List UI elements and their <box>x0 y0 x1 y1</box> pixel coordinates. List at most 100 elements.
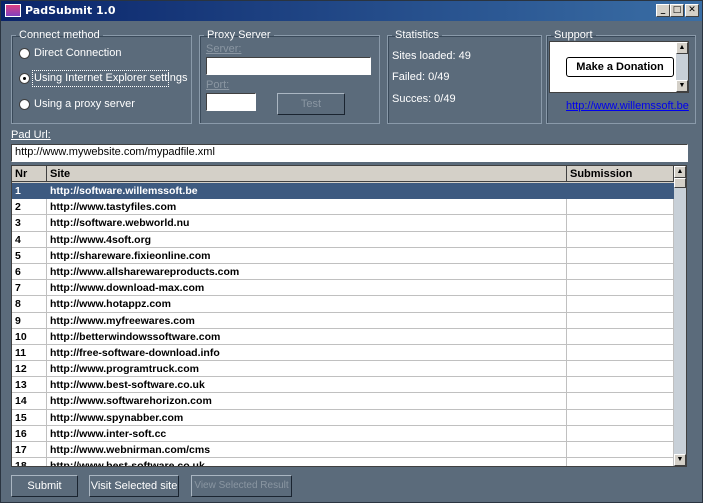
scroll-down-arrow-icon[interactable]: ▼ <box>676 80 688 92</box>
cell-site: http://www.best-software.co.uk <box>47 458 567 466</box>
cell-site: http://www.download-max.com <box>47 280 567 297</box>
cell-submission <box>567 199 674 216</box>
table-row[interactable]: 6 http://www.allsharewareproducts.com <box>12 263 674 281</box>
cell-nr: 11 <box>12 344 47 362</box>
server-label: Server: <box>206 43 242 55</box>
cell-site: http://betterwindowssoftware.com <box>47 328 567 345</box>
cell-submission <box>567 425 674 442</box>
cell-submission <box>567 377 674 394</box>
table-body: 1 http://software.willemssoft.be 2 http://w… <box>12 183 674 466</box>
radio-label-direct: Direct Connection <box>34 47 122 59</box>
view-selected-result-button[interactable]: View Selected Result <box>191 475 292 497</box>
server-input[interactable] <box>206 57 371 75</box>
cell-site: http://www.4soft.org <box>47 231 567 248</box>
table-row[interactable]: 2 http://www.tastyfiles.com <box>12 199 674 216</box>
table-row[interactable]: 7 http://www.download-max.com <box>12 280 674 297</box>
title-bar[interactable]: PadSubmit 1.0 _ □ ✕ <box>1 1 702 21</box>
table-row[interactable]: 16 http://www.inter-soft.cc <box>12 425 674 442</box>
sites-loaded-text: Sites loaded: 49 <box>392 50 471 62</box>
table-row[interactable]: 13 http://www.best-software.co.uk <box>12 377 674 394</box>
cell-nr: 13 <box>12 377 47 394</box>
visit-selected-site-button[interactable]: Visit Selected site <box>89 475 179 497</box>
focus-rectangle <box>32 70 169 87</box>
cell-submission <box>567 247 674 264</box>
table-row[interactable]: 18 http://www.best-software.co.uk <box>12 458 674 466</box>
willemssoft-link[interactable]: http://www.willemssoft.be <box>566 100 689 112</box>
column-header-site[interactable]: Site <box>47 166 567 182</box>
maximize-button[interactable]: □ <box>670 4 684 17</box>
table-row[interactable]: 3 http://software.webworld.nu <box>12 215 674 232</box>
cell-nr: 5 <box>12 247 47 264</box>
cell-site: http://www.webnirman.com/cms <box>47 442 567 459</box>
app-window: PadSubmit 1.0 _ □ ✕ Connect method Direc… <box>0 0 703 503</box>
table-row[interactable]: 8 http://www.hotappz.com <box>12 296 674 313</box>
radio-proxy-server[interactable] <box>19 99 30 110</box>
cell-site: http://shareware.fixieonline.com <box>47 247 567 264</box>
donation-panel: Make a Donation ▲ ▼ <box>549 41 689 93</box>
cell-site: http://www.spynabber.com <box>47 409 567 426</box>
cell-submission <box>567 442 674 459</box>
table-scroll-down-icon[interactable]: ▼ <box>674 454 686 466</box>
window-title: PadSubmit 1.0 <box>25 4 116 17</box>
column-header-nr[interactable]: Nr <box>12 166 47 182</box>
cell-nr: 4 <box>12 231 47 248</box>
cell-site: http://www.hotappz.com <box>47 296 567 313</box>
cell-nr: 2 <box>12 199 47 216</box>
cell-submission <box>567 280 674 297</box>
radio-ie-settings[interactable] <box>19 73 30 84</box>
cell-submission <box>567 344 674 362</box>
table-header: Nr Site Submission <box>12 166 674 183</box>
radio-label-proxy: Using a proxy server <box>34 98 135 110</box>
sites-table[interactable]: Nr Site Submission 1 http://software.will… <box>11 165 687 467</box>
port-input[interactable] <box>206 93 256 111</box>
make-donation-button[interactable]: Make a Donation <box>566 57 674 77</box>
table-scrollbar[interactable]: ▲ ▼ <box>674 166 686 466</box>
success-text: Succes: 0/49 <box>392 93 456 105</box>
submit-button[interactable]: Submit <box>11 475 78 497</box>
column-header-submission[interactable]: Submission <box>567 166 674 182</box>
radio-direct-connection[interactable] <box>19 48 30 59</box>
table-row[interactable]: 1 http://software.willemssoft.be <box>12 183 674 200</box>
connect-method-legend: Connect method <box>19 29 100 41</box>
cell-submission <box>567 361 674 378</box>
table-row[interactable]: 10 http://betterwindowssoftware.com <box>12 328 674 345</box>
cell-submission <box>567 263 674 281</box>
cell-nr: 7 <box>12 280 47 297</box>
table-row[interactable]: 9 http://www.myfreewares.com <box>12 312 674 329</box>
pad-url-label: Pad Url: <box>11 129 51 141</box>
cell-submission <box>567 183 674 200</box>
table-row[interactable]: 11 http://free-software-download.info <box>12 344 674 362</box>
table-row[interactable]: 15 http://www.spynabber.com <box>12 409 674 426</box>
cell-nr: 18 <box>12 458 47 466</box>
cell-submission <box>567 312 674 329</box>
cell-nr: 8 <box>12 296 47 313</box>
pad-url-input[interactable]: http://www.mywebsite.com/mypadfile.xml <box>11 144 688 162</box>
cell-site: http://www.inter-soft.cc <box>47 425 567 442</box>
table-row[interactable]: 4 http://www.4soft.org <box>12 231 674 248</box>
table-row[interactable]: 5 http://shareware.fixieonline.com <box>12 247 674 264</box>
cell-site: http://www.myfreewares.com <box>47 312 567 329</box>
test-button[interactable]: Test <box>277 93 345 115</box>
table-row[interactable]: 17 http://www.webnirman.com/cms <box>12 442 674 459</box>
cell-site: http://www.tastyfiles.com <box>47 199 567 216</box>
table-scroll-thumb[interactable] <box>674 178 686 188</box>
cell-nr: 15 <box>12 409 47 426</box>
close-button[interactable]: ✕ <box>685 4 699 17</box>
cell-site: http://software.webworld.nu <box>47 215 567 232</box>
table-scroll-up-icon[interactable]: ▲ <box>674 166 686 178</box>
minimize-button[interactable]: _ <box>656 4 670 17</box>
proxy-server-legend: Proxy Server <box>207 29 271 41</box>
cell-submission <box>567 458 674 466</box>
cell-submission <box>567 328 674 345</box>
cell-nr: 10 <box>12 328 47 345</box>
cell-nr: 3 <box>12 215 47 232</box>
cell-submission <box>567 231 674 248</box>
scroll-up-arrow-icon[interactable]: ▲ <box>676 42 688 54</box>
donation-scrollbar[interactable]: ▲ ▼ <box>676 42 688 92</box>
cell-nr: 12 <box>12 361 47 378</box>
cell-nr: 16 <box>12 425 47 442</box>
table-row[interactable]: 12 http://www.programtruck.com <box>12 361 674 378</box>
cell-site: http://software.willemssoft.be <box>47 183 567 200</box>
table-row[interactable]: 14 http://www.softwarehorizon.com <box>12 393 674 410</box>
support-legend: Support <box>554 29 593 41</box>
